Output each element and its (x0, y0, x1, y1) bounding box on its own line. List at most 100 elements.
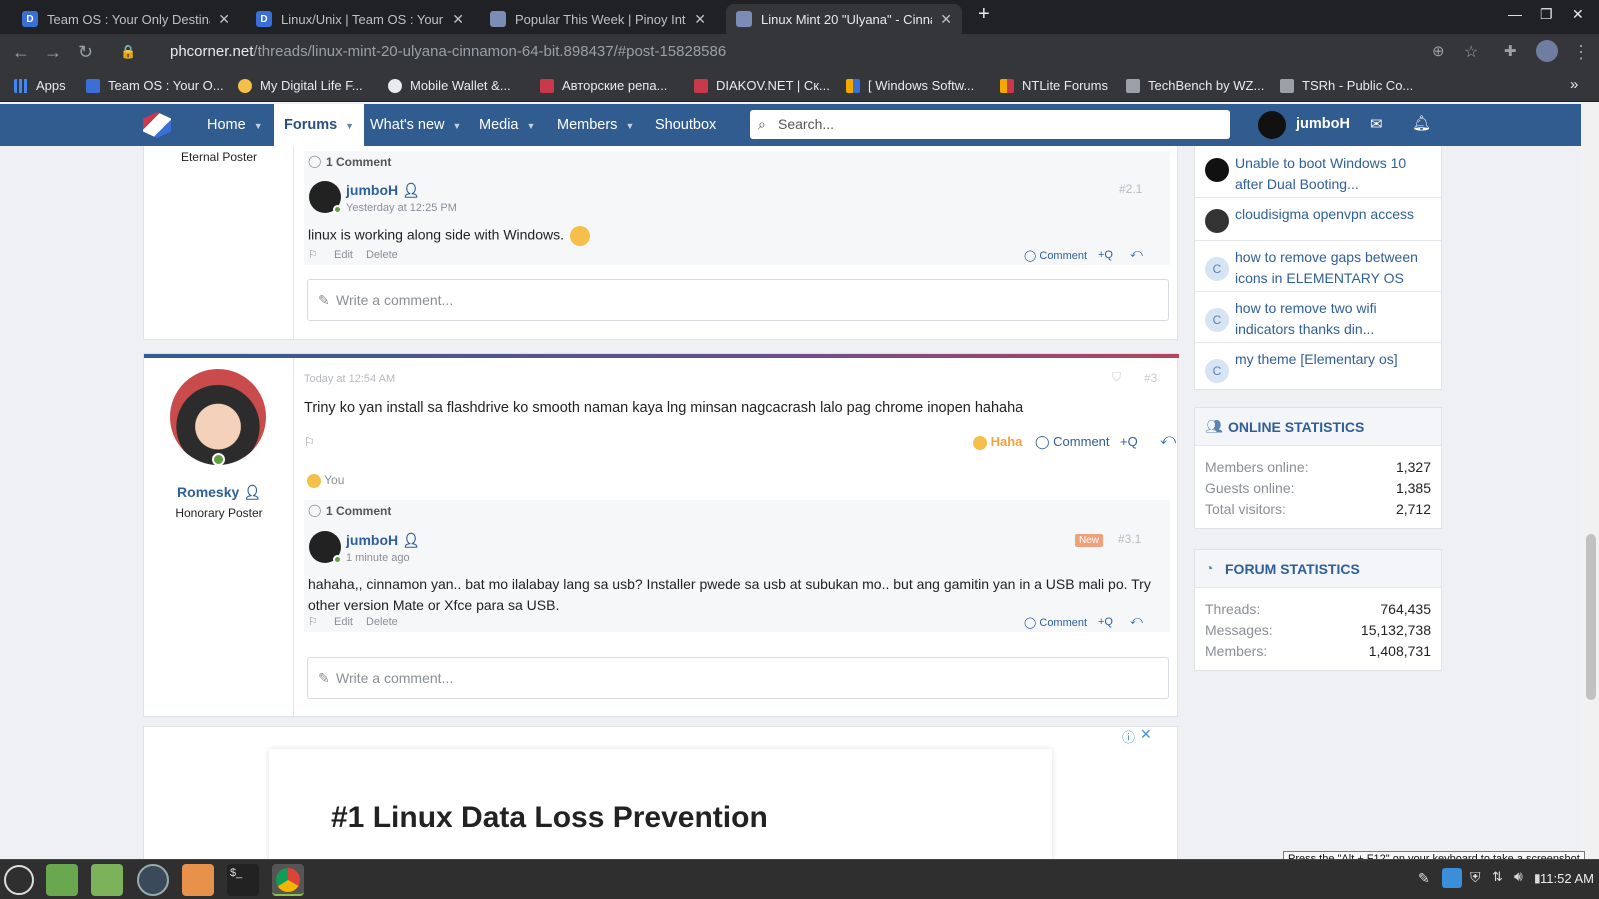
comment-time[interactable]: 1 minute ago (346, 552, 410, 564)
nav-members[interactable]: Members ▼ (547, 104, 644, 146)
comment-link[interactable]: ◯ Comment (1024, 249, 1087, 262)
quote-link[interactable]: +Q (1098, 249, 1113, 261)
url-text[interactable]: phcorner.net/threads/linux-mint-20-ulyan… (170, 43, 726, 60)
back-arrow-icon[interactable]: ← (12, 42, 30, 63)
chevron-down-icon[interactable]: ▼ (254, 121, 263, 131)
reply-icon[interactable]: ⤺ (1130, 613, 1143, 628)
scrollbar-thumb[interactable] (1586, 534, 1596, 700)
post-time[interactable]: Today at 12:54 AM (304, 373, 395, 385)
sidebar-thread-item[interactable]: C how to remove two wifi indicators than… (1195, 292, 1441, 343)
nav-whats-new[interactable]: What's new ▼ (360, 104, 471, 146)
bookmark-star-icon[interactable]: ☆ (1464, 42, 1478, 62)
comment-number[interactable]: #2.1 (1119, 182, 1142, 196)
reactions-summary[interactable]: You (307, 473, 344, 488)
bookmark-item[interactable]: Team OS : Your O... (86, 78, 224, 93)
ad-headline[interactable]: #1 Linux Data Loss Prevention (331, 801, 768, 835)
bookmark-item[interactable]: Авторские репа... (540, 78, 667, 93)
user-avatar[interactable] (1258, 111, 1286, 139)
network-icon[interactable]: ⇅ (1492, 869, 1503, 885)
comment-time[interactable]: Yesterday at 12:25 PM (346, 202, 457, 214)
sidebar-thread-item[interactable]: C how to remove gaps between icons in EL… (1195, 241, 1441, 292)
nav-home[interactable]: Home ▼ (197, 104, 273, 146)
sidebar-thread-item[interactable]: C my theme [Elementary os] (1195, 343, 1441, 390)
delete-link[interactable]: Delete (366, 616, 398, 628)
thread-link[interactable]: how to remove two wifi indicators thanks… (1235, 298, 1430, 340)
sidebar-thread-item[interactable]: Unable to boot Windows 10 after Dual Boo… (1195, 147, 1441, 198)
close-tab-icon[interactable]: ✕ (694, 11, 706, 28)
bookmark-item[interactable]: DIAKOV.NET | Ск... (694, 78, 830, 93)
page-scrollbar[interactable] (1581, 104, 1599, 859)
comment-number[interactable]: #3.1 (1118, 532, 1141, 546)
chevron-down-icon[interactable]: ▼ (625, 121, 634, 131)
post-number[interactable]: #3 (1144, 371, 1157, 385)
new-tab-button[interactable]: + (978, 3, 990, 26)
show-desktop-icon[interactable] (46, 864, 78, 896)
files-icon[interactable] (91, 864, 123, 896)
thread-link[interactable]: Unable to boot Windows 10 after Dual Boo… (1235, 153, 1430, 195)
thread-link[interactable]: cloudisigma openvpn access (1235, 204, 1430, 225)
chevron-down-icon[interactable]: ▼ (453, 121, 462, 131)
reaction-button[interactable]: Haha (973, 434, 1022, 450)
edit-link[interactable]: Edit (334, 616, 353, 628)
write-comment-input[interactable]: ✎ Write a comment... (307, 657, 1169, 699)
volume-icon[interactable]: 🔊︎ (1514, 868, 1523, 885)
restore-icon[interactable]: ❐ (1540, 6, 1553, 23)
chrome-icon[interactable] (272, 864, 304, 896)
forward-arrow-icon[interactable]: → (44, 42, 62, 63)
bookmark-item[interactable]: NTLite Forums (1000, 78, 1108, 93)
report-flag-icon[interactable]: ⚐ (308, 615, 318, 628)
more-bookmarks-button[interactable]: » (1570, 76, 1578, 93)
close-tab-icon[interactable]: ✕ (940, 11, 952, 28)
app-icon[interactable] (182, 864, 214, 896)
author-avatar[interactable] (170, 369, 266, 465)
extensions-icon[interactable]: ✚ (1504, 42, 1517, 60)
chevron-down-icon[interactable]: ▼ (527, 121, 536, 131)
sidebar-thread-item[interactable]: cloudisigma openvpn access (1195, 198, 1441, 241)
comment-button[interactable]: ◯ Comment (1035, 434, 1110, 450)
inbox-icon[interactable]: ✉ (1370, 115, 1383, 133)
reply-icon[interactable]: ⤺ (1130, 246, 1143, 261)
search-input[interactable]: ⌕ Search... (750, 110, 1230, 139)
lock-icon[interactable]: 🔒 (120, 44, 136, 60)
ad-info-icon[interactable]: ⓘ (1122, 727, 1135, 746)
username[interactable]: jumboH (1296, 116, 1350, 132)
bookmark-item[interactable]: My Digital Life F... (238, 78, 363, 93)
menu-dots-icon[interactable]: ⋮ (1572, 42, 1590, 63)
bell-icon[interactable]: 🔔︎ (1412, 114, 1431, 132)
minimize-icon[interactable]: — (1508, 6, 1522, 22)
close-window-icon[interactable]: ✕ (1572, 6, 1584, 23)
reload-icon[interactable]: ↻ (78, 42, 93, 63)
comment-author[interactable]: jumboH 👤︎ (346, 532, 420, 549)
browser-tab[interactable]: D Team OS : Your Only Destinati ✕ (12, 4, 240, 34)
chevron-down-icon[interactable]: ▼ (345, 121, 354, 131)
reply-icon[interactable]: ⤺ (1160, 431, 1176, 448)
ad-banner[interactable]: #1 Linux Data Loss Prevention (269, 749, 1052, 859)
close-tab-icon[interactable]: ✕ (452, 11, 464, 28)
report-flag-icon[interactable]: ⚐ (304, 435, 315, 449)
nav-forums[interactable]: Forums ▼ (274, 104, 365, 146)
bookmark-icon[interactable]: ⛉ (1112, 370, 1121, 385)
browser-tab-active[interactable]: Linux Mint 20 "Ulyana" - Cinna ✕ (726, 4, 962, 34)
terminal-icon[interactable]: $_ (227, 864, 259, 896)
bookmark-item[interactable]: TechBench by WZ... (1126, 78, 1264, 93)
close-tab-icon[interactable]: ✕ (218, 11, 230, 28)
write-comment-input[interactable]: ✎ Write a comment... (307, 279, 1169, 321)
comment-author[interactable]: jumboH 👤︎ (346, 182, 420, 199)
pen-icon[interactable]: ✎ (1418, 870, 1430, 887)
edit-link[interactable]: Edit (334, 249, 353, 261)
comment-link[interactable]: ◯ Comment (1024, 616, 1087, 629)
browser-tab[interactable]: Popular This Week | Pinoy Inte ✕ (480, 4, 716, 34)
nav-shoutbox[interactable]: Shoutbox (645, 104, 726, 146)
profile-avatar[interactable] (1536, 40, 1558, 62)
post-author[interactable]: Romesky 👤︎ (144, 484, 294, 501)
report-flag-icon[interactable]: ⚐ (308, 248, 318, 261)
thread-link[interactable]: how to remove gaps between icons in ELEM… (1235, 247, 1430, 289)
bookmark-item[interactable]: [ Windows Softw... (846, 78, 974, 93)
install-icon[interactable]: ⊕ (1432, 42, 1445, 60)
mint-menu-icon[interactable] (4, 865, 34, 895)
clock[interactable]: 11:52 AM (1540, 871, 1594, 886)
bookmark-apps[interactable]: Apps (14, 78, 66, 93)
app-icon[interactable] (137, 864, 169, 896)
nav-media[interactable]: Media ▼ (469, 104, 545, 146)
delete-link[interactable]: Delete (366, 249, 398, 261)
